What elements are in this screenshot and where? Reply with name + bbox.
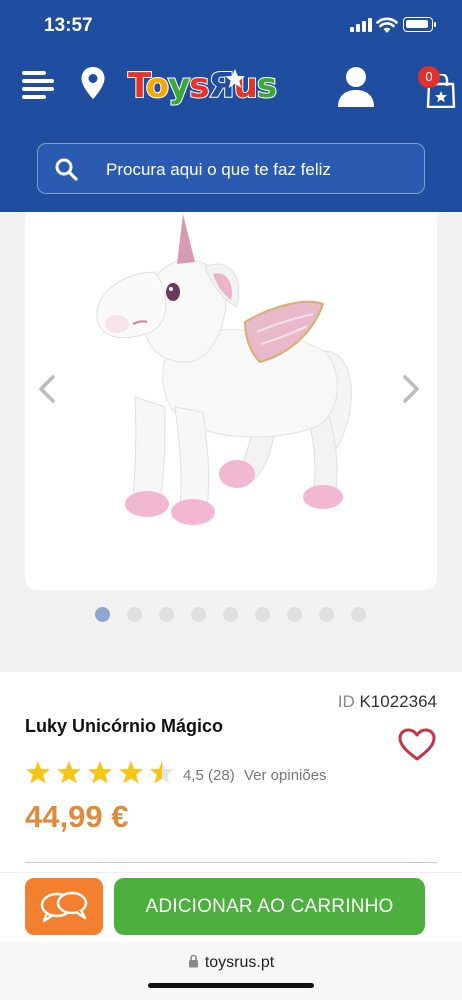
carousel-dot[interactable] [159,607,174,622]
store-locator-icon[interactable] [80,66,106,100]
product-image [96,214,352,525]
chevron-left-icon[interactable] [37,375,57,403]
carousel-dot[interactable] [255,607,270,622]
product-name: Luky Unicórnio Mágico [25,716,224,736]
star-icon [57,761,81,784]
home-indicator[interactable] [148,983,314,988]
cart-count-badge: 0 [418,66,440,88]
menu-icon[interactable] [22,70,54,100]
browser-url-bar: toysrus.pt [0,942,462,1000]
product-id-value: K1022364 [359,692,437,711]
carousel-dot[interactable] [319,607,334,622]
toysrus-logo[interactable]: ToysЯus [127,62,308,114]
rating-text: 4,5 (28) [183,767,235,784]
status-time: 13:57 [44,15,93,36]
carousel-dot[interactable] [191,607,206,622]
wifi-icon [376,17,398,33]
carousel-dot[interactable] [95,607,110,622]
product-id-label: ID [337,692,355,711]
wishlist-heart-icon[interactable] [398,728,436,762]
carousel-dot[interactable] [287,607,302,622]
rating-stars [25,760,185,786]
see-reviews-link[interactable]: Ver opiniões [244,767,327,784]
carousel-dot[interactable] [223,607,238,622]
navbar: ToysЯus 0 [0,52,462,124]
search-icon [55,158,78,181]
product-image-gallery[interactable] [25,212,437,590]
carousel-indicators [95,607,385,623]
divider [25,862,437,863]
carousel-dot[interactable] [351,607,366,622]
cart-button[interactable]: 0 [418,64,458,112]
star-icon [26,761,50,784]
product-info: ID K1022364 Luky Unicórnio Mágico 4,5 (2… [0,672,462,872]
url-text: toysrus.pt [204,954,275,971]
battery-icon [403,17,436,32]
signal-icon [350,18,372,32]
star-icon [119,761,143,784]
star-icon [88,761,112,784]
lock-icon [188,954,198,968]
search-input[interactable]: Procura aqui o que te faz feliz [37,143,425,194]
product-price: 44,99 € [25,799,129,834]
product-id: ID K1022364 [338,692,437,712]
url-display[interactable]: toysrus.pt [0,954,462,972]
star-icon [150,761,174,784]
chevron-right-icon[interactable] [401,375,421,403]
header: 13:57 ToysЯus 0 Procura aqui o que te fa… [0,0,462,212]
account-icon[interactable] [336,66,376,108]
chat-button[interactable] [25,878,103,935]
action-bar: ADICIONAR AO CARRINHO [0,872,462,942]
add-to-cart-button[interactable]: ADICIONAR AO CARRINHO [114,878,425,935]
status-bar: 13:57 [0,0,462,50]
carousel-dot[interactable] [127,607,142,622]
search-placeholder: Procura aqui o que te faz feliz [106,160,331,179]
chat-bubbles-icon [40,891,88,923]
